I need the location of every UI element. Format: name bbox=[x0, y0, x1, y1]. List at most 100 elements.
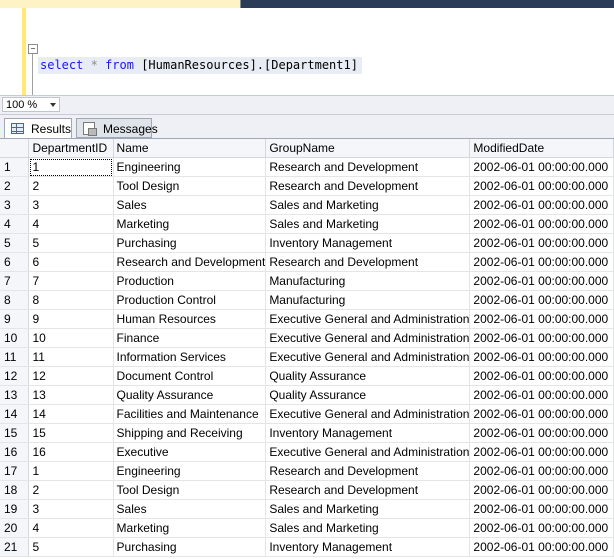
table-cell[interactable]: 6 bbox=[28, 252, 114, 272]
table-cell[interactable]: 2 bbox=[28, 480, 114, 500]
table-cell[interactable]: Purchasing bbox=[113, 537, 267, 557]
table-cell[interactable]: 1 bbox=[28, 461, 114, 481]
row-number-cell[interactable]: 9 bbox=[0, 309, 30, 329]
table-cell[interactable]: Marketing bbox=[113, 518, 267, 538]
table-cell[interactable]: 9 bbox=[28, 309, 114, 329]
table-cell[interactable]: 2002-06-01 00:00:00.000 bbox=[469, 461, 614, 481]
table-cell[interactable]: 2002-06-01 00:00:00.000 bbox=[469, 347, 614, 367]
table-cell[interactable]: Finance bbox=[113, 328, 267, 348]
row-number-cell[interactable]: 6 bbox=[0, 252, 30, 272]
table-cell[interactable]: Facilities and Maintenance bbox=[113, 404, 267, 424]
table-cell[interactable]: Document Control bbox=[113, 366, 267, 386]
table-row[interactable]: 17 1 Engineering Research and Development 20… bbox=[0, 461, 614, 481]
table-cell[interactable]: 16 bbox=[28, 442, 114, 462]
table-cell[interactable]: 2002-06-01 00:00:00.000 bbox=[469, 404, 614, 424]
table-cell[interactable]: Tool Design bbox=[113, 176, 267, 196]
table-cell[interactable]: 15 bbox=[28, 423, 114, 443]
table-cell[interactable]: 2002-06-01 00:00:00.000 bbox=[469, 157, 614, 177]
table-cell[interactable]: Quality Assurance bbox=[265, 366, 471, 386]
table-cell[interactable]: Sales and Marketing bbox=[265, 499, 471, 519]
table-row[interactable]: 13 13 Quality Assurance Quality Assurance 20… bbox=[0, 385, 614, 405]
table-cell[interactable]: Executive bbox=[113, 442, 267, 462]
row-number-cell[interactable]: 16 bbox=[0, 442, 30, 462]
table-cell[interactable]: 10 bbox=[28, 328, 114, 348]
table-cell[interactable]: 2002-06-01 00:00:00.000 bbox=[469, 366, 614, 386]
table-cell[interactable]: 5 bbox=[28, 537, 114, 557]
table-row[interactable]: 3 3 Sales Sales and Marketing 2002-06-01 00:… bbox=[0, 195, 614, 215]
table-cell[interactable]: Marketing bbox=[113, 214, 267, 234]
table-cell[interactable]: Human Resources bbox=[113, 309, 267, 329]
table-cell[interactable]: Research and Development bbox=[113, 252, 267, 272]
table-cell[interactable]: Information Services bbox=[113, 347, 267, 367]
table-cell[interactable]: 3 bbox=[28, 195, 114, 215]
table-cell[interactable]: 2002-06-01 00:00:00.000 bbox=[469, 537, 614, 557]
table-cell[interactable]: 4 bbox=[28, 214, 114, 234]
row-number-cell[interactable]: 8 bbox=[0, 290, 30, 310]
table-cell[interactable]: 13 bbox=[28, 385, 114, 405]
column-header[interactable]: DepartmentID bbox=[28, 139, 114, 158]
table-row[interactable]: 2 2 Tool Design Research and Development 200… bbox=[0, 176, 614, 196]
table-row[interactable]: 14 14 Facilities and Maintenance Executive … bbox=[0, 404, 614, 424]
zoom-dropdown[interactable]: 100 % bbox=[2, 97, 60, 112]
row-number-cell[interactable]: 13 bbox=[0, 385, 30, 405]
table-cell[interactable]: 2002-06-01 00:00:00.000 bbox=[469, 176, 614, 196]
table-cell[interactable]: Research and Development bbox=[265, 480, 471, 500]
table-cell[interactable]: Executive General and Administration bbox=[265, 347, 471, 367]
table-cell[interactable]: 12 bbox=[28, 366, 114, 386]
table-cell[interactable]: Sales and Marketing bbox=[265, 518, 471, 538]
table-cell[interactable]: Engineering bbox=[113, 157, 267, 177]
table-cell[interactable]: 2002-06-01 00:00:00.000 bbox=[469, 518, 614, 538]
table-cell[interactable]: 2002-06-01 00:00:00.000 bbox=[469, 195, 614, 215]
table-row[interactable]: 6 6 Research and Development Research and D… bbox=[0, 252, 614, 272]
table-cell[interactable]: Inventory Management bbox=[265, 233, 471, 253]
table-cell[interactable]: 2002-06-01 00:00:00.000 bbox=[469, 499, 614, 519]
table-cell[interactable]: Sales and Marketing bbox=[265, 195, 471, 215]
column-header[interactable]: GroupName bbox=[265, 139, 471, 158]
table-cell[interactable]: Executive General and Administration bbox=[265, 404, 471, 424]
table-row[interactable]: 19 3 Sales Sales and Marketing 2002-06-01 00… bbox=[0, 499, 614, 519]
column-header[interactable]: Name bbox=[113, 139, 267, 158]
table-cell[interactable]: Executive General and Administration bbox=[265, 442, 471, 462]
table-cell[interactable]: 2002-06-01 00:00:00.000 bbox=[469, 328, 614, 348]
table-cell[interactable]: Executive General and Administration bbox=[265, 309, 471, 329]
row-number-cell[interactable]: 3 bbox=[0, 195, 30, 215]
table-row[interactable]: 5 5 Purchasing Inventory Management 2002-06-… bbox=[0, 233, 614, 253]
row-number-cell[interactable]: 15 bbox=[0, 423, 30, 443]
table-row[interactable]: 1 1 Engineering Research and Development 200… bbox=[0, 157, 614, 177]
table-cell[interactable]: 2002-06-01 00:00:00.000 bbox=[469, 271, 614, 291]
row-number-cell[interactable]: 21 bbox=[0, 537, 30, 557]
table-row[interactable]: 8 8 Production Control Manufacturing 2002-06… bbox=[0, 290, 614, 310]
table-cell[interactable]: 11 bbox=[28, 347, 114, 367]
row-number-cell[interactable]: 2 bbox=[0, 176, 30, 196]
table-cell[interactable]: 2002-06-01 00:00:00.000 bbox=[469, 442, 614, 462]
table-cell[interactable]: 2002-06-01 00:00:00.000 bbox=[469, 252, 614, 272]
table-cell[interactable]: 2 bbox=[28, 176, 114, 196]
table-cell[interactable]: Manufacturing bbox=[265, 290, 471, 310]
sql-statement-line[interactable]: select * from [HumanResources].[Departme… bbox=[38, 57, 362, 74]
column-header[interactable]: ModifiedDate bbox=[469, 139, 614, 158]
query-document-tab[interactable] bbox=[0, 0, 241, 8]
table-cell[interactable]: 2002-06-01 00:00:00.000 bbox=[469, 214, 614, 234]
row-number-cell[interactable]: 1 bbox=[0, 157, 30, 177]
table-cell[interactable]: 2002-06-01 00:00:00.000 bbox=[469, 290, 614, 310]
table-cell[interactable]: Production Control bbox=[113, 290, 267, 310]
table-cell[interactable]: Research and Development bbox=[265, 157, 471, 177]
table-cell[interactable]: Sales bbox=[113, 499, 267, 519]
table-cell[interactable]: 2002-06-01 00:00:00.000 bbox=[469, 423, 614, 443]
table-cell[interactable]: Executive General and Administration bbox=[265, 328, 471, 348]
table-cell[interactable]: Production bbox=[113, 271, 267, 291]
table-cell[interactable]: Inventory Management bbox=[265, 423, 471, 443]
table-cell[interactable]: Research and Development bbox=[265, 176, 471, 196]
query-editor[interactable]: − select * from [HumanResources].[Depart… bbox=[0, 8, 614, 95]
row-number-cell[interactable]: 20 bbox=[0, 518, 30, 538]
table-row[interactable]: 16 16 Executive Executive General and Admin… bbox=[0, 442, 614, 462]
row-number-cell[interactable]: 4 bbox=[0, 214, 30, 234]
table-cell[interactable]: 8 bbox=[28, 290, 114, 310]
table-row[interactable]: 18 2 Tool Design Research and Development 20… bbox=[0, 480, 614, 500]
collapse-outline-icon[interactable]: − bbox=[28, 44, 38, 54]
table-cell[interactable]: 2002-06-01 00:00:00.000 bbox=[469, 309, 614, 329]
row-number-cell[interactable]: 7 bbox=[0, 271, 30, 291]
table-cell[interactable]: Tool Design bbox=[113, 480, 267, 500]
table-cell[interactable]: Quality Assurance bbox=[265, 385, 471, 405]
tab-messages[interactable]: Messages bbox=[76, 118, 158, 138]
